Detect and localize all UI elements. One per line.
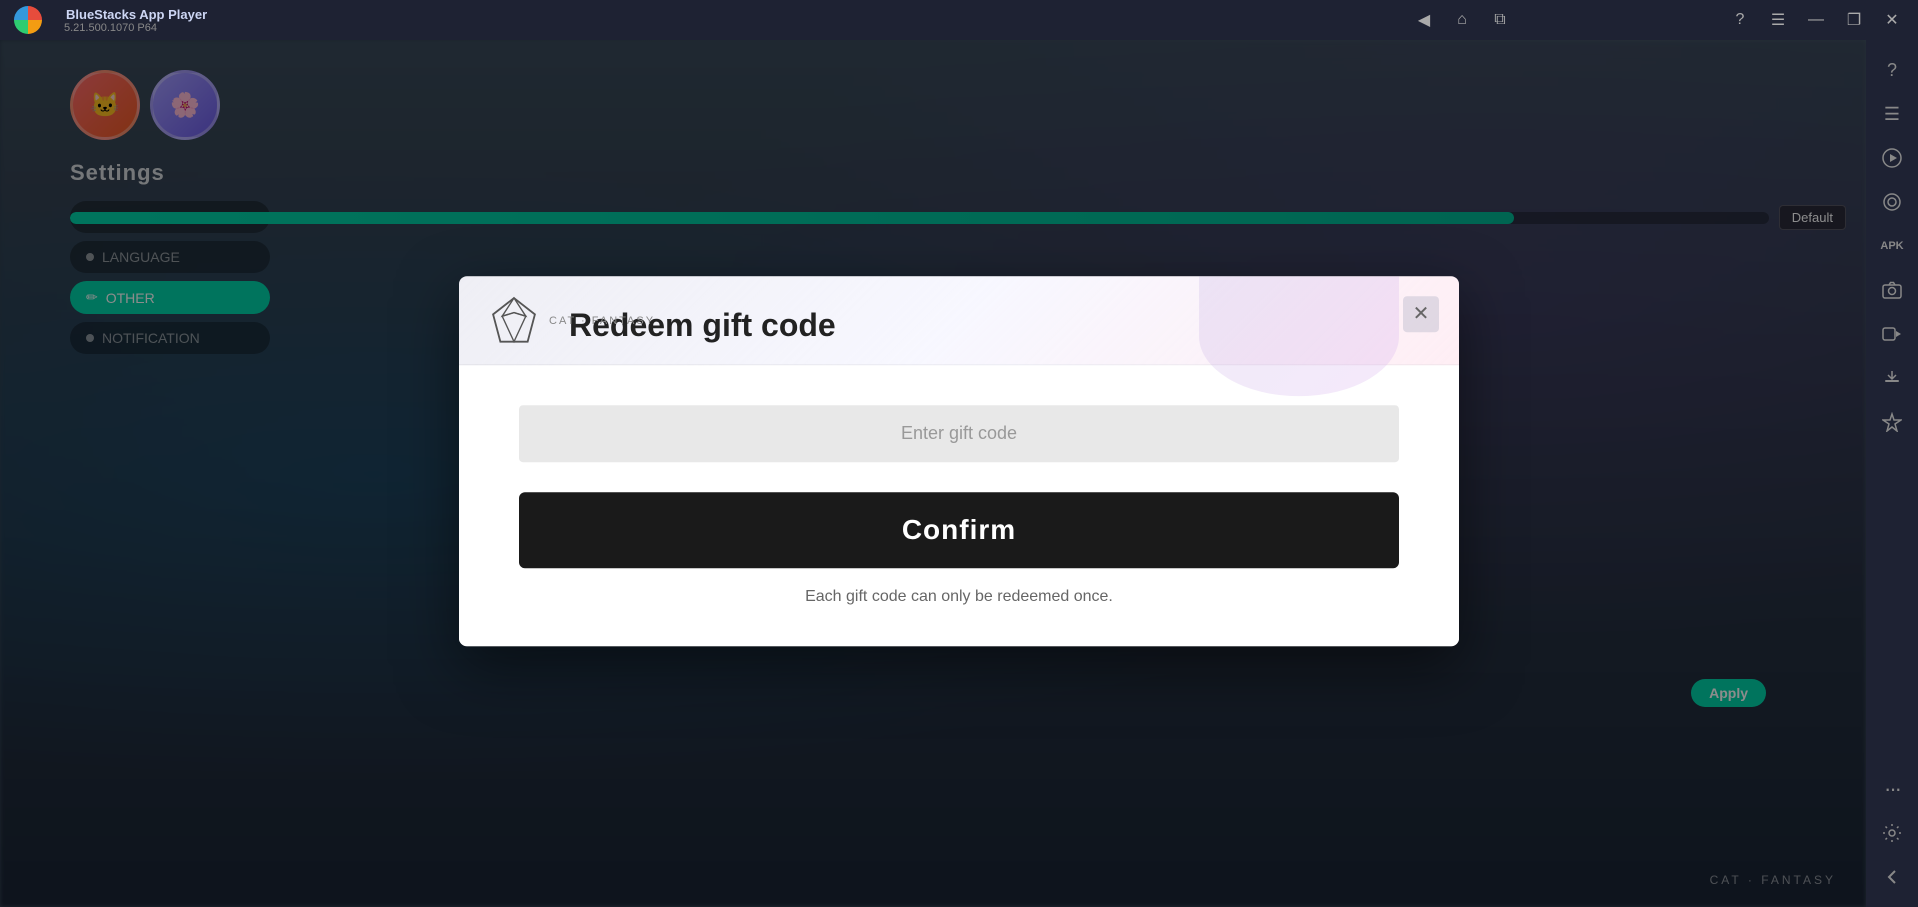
dialog-title: Redeem gift code <box>569 306 1419 344</box>
sidebar-menu-button[interactable]: ☰ <box>1872 94 1912 134</box>
gift-code-input[interactable] <box>519 405 1399 462</box>
dialog-close-button[interactable]: ✕ <box>1403 296 1439 332</box>
sidebar-import-button[interactable] <box>1872 358 1912 398</box>
sidebar-macro-button[interactable] <box>1872 402 1912 442</box>
app-title: BlueStacks App Player <box>66 7 207 22</box>
window-controls: ◀ ⌂ ⧉ ? ☰ — ❐ ✕ <box>1406 4 1910 36</box>
sidebar-help-button[interactable]: ? <box>1872 50 1912 90</box>
sidebar-settings-button[interactable] <box>1872 813 1912 853</box>
sidebar-video-button[interactable] <box>1872 138 1912 178</box>
sidebar-apk-button[interactable]: APK <box>1872 226 1912 266</box>
logo-text: CAT · FANTASY <box>549 315 655 327</box>
sidebar-back-button[interactable] <box>1872 857 1912 897</box>
minimize-button[interactable]: — <box>1798 4 1834 36</box>
logo-diamond <box>489 296 539 346</box>
help-button[interactable]: ? <box>1722 4 1758 36</box>
maximize-button[interactable]: ❐ <box>1836 4 1872 36</box>
home-nav-button[interactable]: ⌂ <box>1444 4 1480 36</box>
redeem-dialog: CAT · FANTASY Redeem gift code ✕ Confirm… <box>459 276 1459 646</box>
tabs-nav-button[interactable]: ⧉ <box>1482 4 1518 36</box>
dialog-logo: CAT · FANTASY <box>489 296 655 346</box>
sidebar-record-button[interactable] <box>1872 314 1912 354</box>
back-nav-button[interactable]: ◀ <box>1406 4 1442 36</box>
confirm-button[interactable]: Confirm <box>519 492 1399 568</box>
right-sidebar: ? ☰ APK ··· <box>1866 40 1918 907</box>
app-logo <box>8 0 48 40</box>
close-button[interactable]: ✕ <box>1874 4 1910 36</box>
logo-circle <box>14 6 42 34</box>
dialog-header: CAT · FANTASY Redeem gift code ✕ <box>459 276 1459 365</box>
sidebar-more-button[interactable]: ··· <box>1872 769 1912 809</box>
redeem-note: Each gift code can only be redeemed once… <box>519 588 1399 606</box>
dialog-body: Confirm Each gift code can only be redee… <box>459 365 1459 646</box>
sidebar-camera-button[interactable] <box>1872 270 1912 310</box>
app-version: 5.21.500.1070 P64 <box>64 22 207 34</box>
sidebar-screenshot-button[interactable] <box>1872 182 1912 222</box>
titlebar: BlueStacks App Player 5.21.500.1070 P64 … <box>0 0 1918 40</box>
hamburger-button[interactable]: ☰ <box>1760 4 1796 36</box>
